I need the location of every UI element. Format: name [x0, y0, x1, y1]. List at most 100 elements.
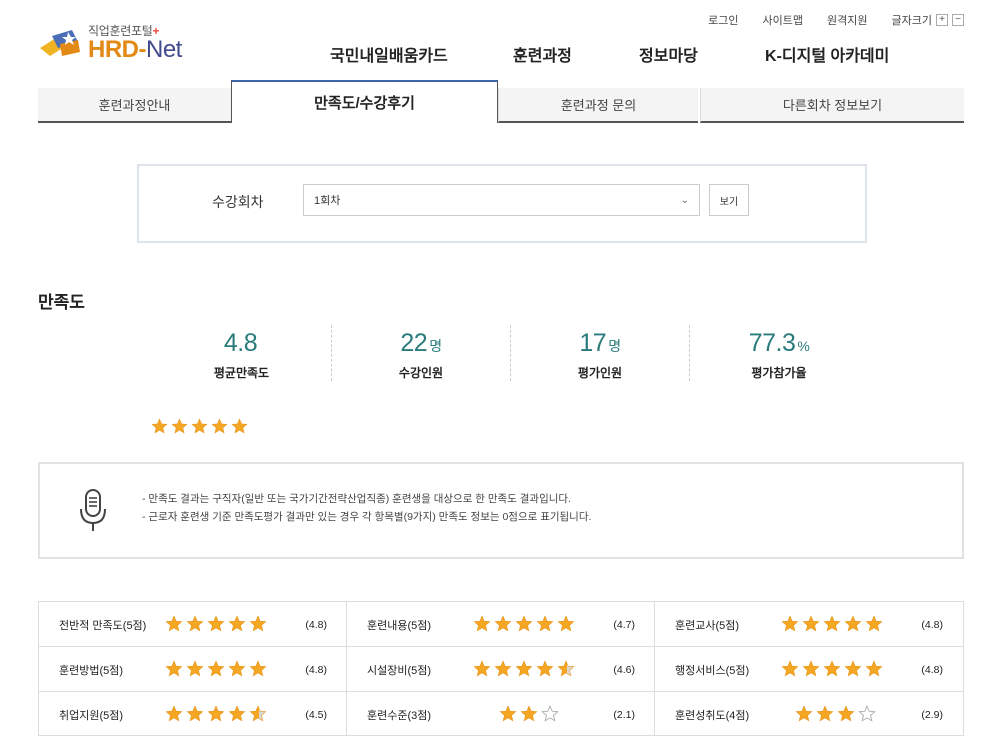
star-icon	[207, 705, 225, 722]
rating-stars	[781, 660, 883, 678]
stat-label: 평균만족도	[213, 366, 270, 380]
session-select[interactable]: 1회차 ⌄	[303, 184, 700, 216]
star-icon	[186, 615, 204, 632]
star-icon	[473, 615, 491, 632]
star-icon	[186, 660, 204, 677]
star-icon	[837, 705, 855, 722]
nav-item-learning-card[interactable]: 국민내일배움카드	[330, 42, 513, 66]
rating-item: 훈련내용(5점) (4.7)	[347, 602, 655, 647]
empty-star-icon	[541, 705, 559, 722]
rating-item: 취업지원(5점) (4.5)	[39, 692, 347, 737]
star-icon	[557, 615, 575, 632]
rating-label: 훈련수준(3점)	[367, 709, 432, 722]
sitemap-link[interactable]: 사이트맵	[763, 12, 803, 28]
stat-participation: 77.3% 평가참가율	[689, 325, 868, 381]
star-icon	[823, 660, 841, 677]
stat-average: 4.8 평균만족도	[152, 325, 331, 381]
rating-item: 훈련방법(5점) (4.8)	[39, 647, 347, 692]
stat-enrolled: 22 명 수강인원	[331, 325, 510, 381]
remote-support-link[interactable]: 원격지원	[827, 12, 867, 28]
font-increase-button[interactable]: +	[936, 14, 948, 26]
star-icon	[207, 615, 225, 632]
view-button[interactable]: 보기	[709, 184, 749, 216]
rating-label: 훈련성취도(4점)	[675, 709, 750, 722]
utility-menu: 로그인 사이트맵 원격지원 글자크기 + −	[708, 12, 964, 28]
rating-item: 훈련수준(3점) (2.1)	[347, 692, 655, 737]
tab-other-session[interactable]: 다른회차 정보보기	[700, 88, 964, 123]
half-star-icon	[557, 660, 575, 677]
star-icon	[165, 660, 183, 677]
rating-label: 취업지원(5점)	[59, 709, 124, 722]
star-icon	[795, 705, 813, 722]
section-title: 만족도	[38, 293, 85, 312]
stat-label: 평가인원	[577, 366, 623, 380]
stat-value: 4.8	[223, 329, 258, 357]
stat-value: 77.3	[748, 329, 796, 357]
login-link[interactable]: 로그인	[708, 12, 738, 28]
rating-score: (4.8)	[921, 663, 943, 676]
rating-label: 훈련내용(5점)	[367, 619, 432, 632]
rating-grid: 전반적 만족도(5점) (4.8) 훈련내용(5점) (4.7) 훈련교사(5점) (4.…	[38, 601, 964, 736]
star-icon	[515, 660, 533, 677]
microphone-icon	[80, 489, 106, 531]
star-icon	[781, 660, 799, 677]
nav-item-k-digital[interactable]: K-디지털 아카데미	[765, 42, 889, 66]
rating-stars	[499, 705, 559, 723]
star-icon	[473, 660, 491, 677]
nav-item-training-course[interactable]: 훈련과정	[513, 42, 639, 66]
nav-item-info[interactable]: 정보마당	[639, 42, 765, 66]
font-size-label: 글자크기	[891, 15, 932, 27]
star-icon	[191, 418, 208, 434]
stat-label: 수강인원	[398, 366, 444, 380]
main-navigation: 국민내일배움카드 훈련과정 정보마당 K-디지털 아카데미	[330, 42, 889, 66]
rating-item: 전반적 만족도(5점) (4.8)	[39, 602, 347, 647]
rating-score: (4.8)	[921, 618, 943, 631]
rating-score: (4.5)	[305, 708, 327, 721]
session-filter-box: 수강회차 1회차 ⌄ 보기	[137, 164, 867, 243]
font-decrease-button[interactable]: −	[952, 14, 964, 26]
stat-value: 17	[579, 329, 607, 357]
star-icon	[211, 418, 228, 434]
star-icon	[865, 660, 883, 677]
star-icon	[249, 615, 267, 632]
rating-stars	[781, 615, 883, 633]
empty-star-icon	[858, 705, 876, 722]
star-icon	[494, 615, 512, 632]
hrd-logo-icon	[40, 30, 80, 56]
star-icon	[171, 418, 188, 434]
tab-course-info[interactable]: 훈련과정안내	[38, 88, 231, 123]
stat-unit: 명	[429, 338, 442, 354]
tab-course-inquiry[interactable]: 훈련과정 문의	[498, 88, 698, 123]
star-icon	[802, 660, 820, 677]
rating-score: (4.8)	[305, 618, 327, 631]
stat-value: 22	[400, 329, 428, 357]
rating-label: 훈련교사(5점)	[675, 619, 740, 632]
star-icon	[816, 705, 834, 722]
logo-net-text: Net	[146, 36, 182, 63]
star-icon	[228, 660, 246, 677]
star-icon	[802, 615, 820, 632]
rating-score: (2.1)	[613, 708, 635, 721]
rating-item: 훈련성취도(4점) (2.9)	[655, 692, 963, 737]
rating-stars	[165, 705, 267, 723]
notice-line: - 만족도 결과는 구직자(일반 또는 국가기간전략산업직종) 훈련생을 대상으…	[142, 493, 571, 505]
rating-label: 시설장비(5점)	[367, 664, 432, 677]
star-icon	[499, 705, 517, 722]
rating-label: 훈련방법(5점)	[59, 664, 124, 677]
star-icon	[536, 615, 554, 632]
session-selected-value: 1회차	[314, 195, 341, 207]
notice-line: - 근로자 훈련생 기준 만족도평가 결과만 있는 경우 각 항목별(9가지) …	[142, 511, 592, 523]
stat-label: 평가참가율	[751, 366, 807, 380]
star-icon	[865, 615, 883, 632]
rating-score: (4.6)	[613, 663, 635, 676]
half-star-icon	[249, 705, 267, 722]
rating-item: 훈련교사(5점) (4.8)	[655, 602, 963, 647]
star-icon	[844, 615, 862, 632]
star-icon	[536, 660, 554, 677]
tab-satisfaction-review[interactable]: 만족도/수강후기	[231, 80, 498, 123]
overall-star-rating	[151, 418, 248, 435]
course-tabs: 훈련과정안내 훈련과정 문의 다른회차 정보보기 만족도/수강후기	[38, 80, 964, 123]
star-icon	[781, 615, 799, 632]
star-icon	[228, 705, 246, 722]
chevron-down-icon: ⌄	[680, 194, 689, 206]
